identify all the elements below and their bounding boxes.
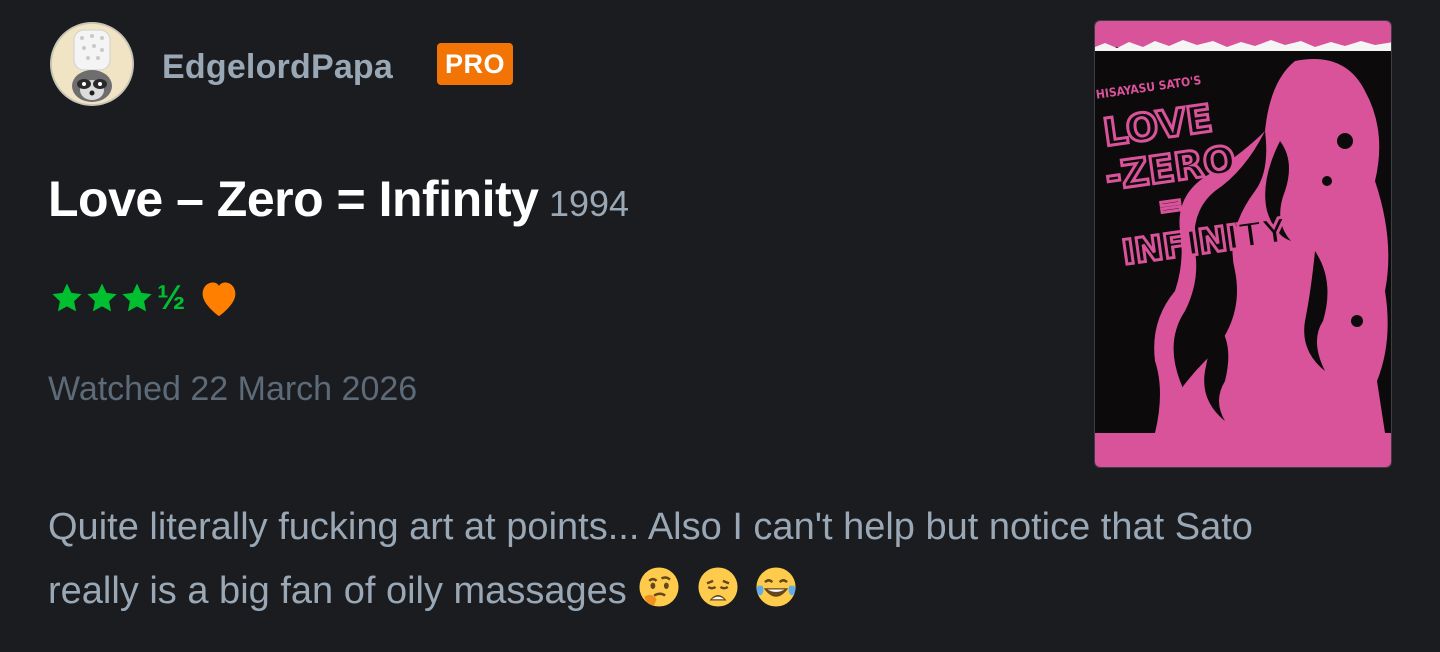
film-year[interactable]: 1994 [549, 183, 629, 224]
raccoon-chef-avatar-icon [52, 24, 132, 104]
star-icon [87, 283, 117, 312]
poster-line3: = [1156, 187, 1186, 225]
film-title[interactable]: Love – Zero = Infinity [48, 171, 539, 227]
pro-badge: PRO [437, 43, 514, 85]
poster-artwork: HISAYASU SATO'S LOVE -ZERO = INFINITY [1095, 21, 1391, 467]
star-icon [52, 283, 82, 312]
review-card: EdgelordPapa PRO Love – Zero = Infinity … [0, 0, 1440, 652]
watched-date[interactable]: Watched 22 March 2026 [48, 370, 417, 409]
review-body: Quite literally fucking art at points...… [48, 495, 1348, 623]
star-icon [122, 283, 152, 312]
thinking-face-emoji [639, 567, 679, 607]
half-star-glyph: ½ [157, 279, 186, 317]
user-avatar[interactable] [50, 22, 134, 106]
film-title-row: Love – Zero = Infinity 1994 [48, 170, 629, 228]
tears-of-joy-emoji [756, 567, 796, 607]
film-poster[interactable]: HISAYASU SATO'S LOVE -ZERO = INFINITY [1094, 20, 1392, 468]
heart-icon [202, 282, 236, 317]
weary-face-emoji [698, 567, 738, 607]
rating-row: ½ [50, 278, 241, 318]
username[interactable]: EdgelordPapa [162, 46, 393, 88]
